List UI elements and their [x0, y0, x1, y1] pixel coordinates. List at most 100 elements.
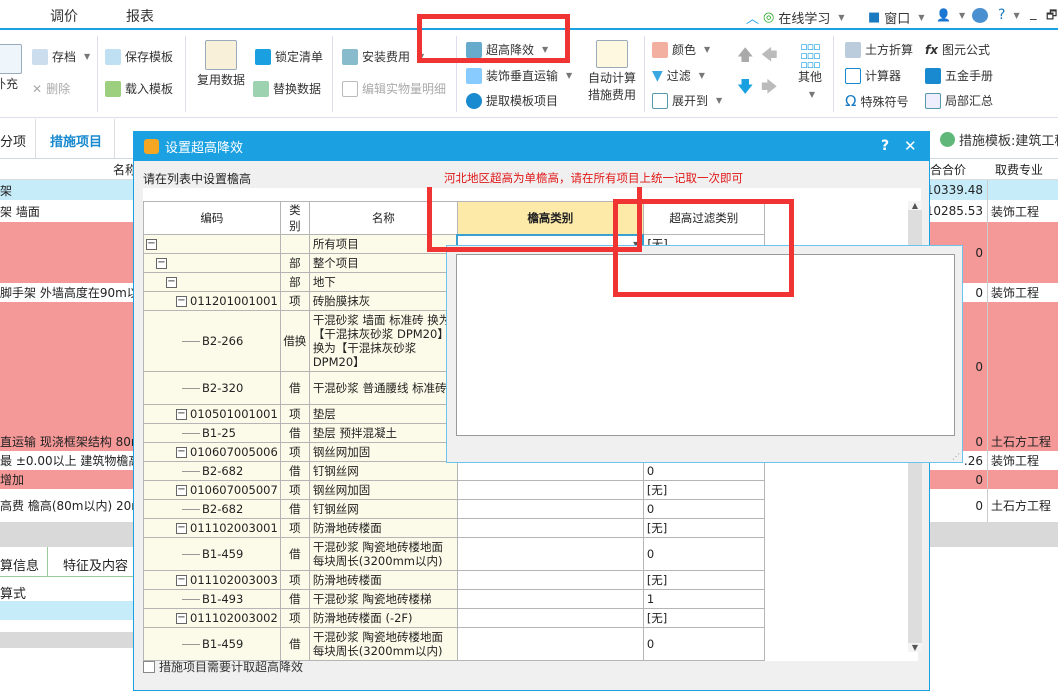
filter-type-cell[interactable]: 0 [642, 627, 765, 661]
element-formula-button[interactable]: fx 图元公式 [925, 41, 990, 58]
eave-type-cell[interactable] [456, 518, 644, 538]
window-menu[interactable]: ■ 窗口 ▼ [868, 8, 924, 27]
grid-row[interactable]: −011102003001 项防滑地砖楼面 [无] [143, 518, 919, 538]
filter-type-cell[interactable]: [无] [642, 570, 765, 590]
collapse-icon[interactable]: − [176, 485, 187, 496]
move-up-button[interactable]: 🡅 [737, 44, 753, 71]
user-icon: 👤 [936, 8, 951, 22]
tab-measures[interactable]: 措施项目 [50, 131, 102, 150]
reuse-data-button[interactable]: 复用数据 [195, 40, 247, 89]
eave-type-cell[interactable] [456, 461, 644, 481]
bg-row-total: .26 [963, 453, 983, 468]
tab-items[interactable]: 分项 [0, 131, 26, 150]
code-cell: B2-682 [143, 499, 281, 519]
collapse-icon[interactable]: − [176, 447, 187, 458]
grid-row[interactable]: −011102003002 项防滑地砖楼面 (-2F) [无] [143, 608, 919, 628]
summary-icon [925, 92, 941, 109]
help-menu[interactable]: ? ▼ [998, 7, 1020, 23]
supplement-button[interactable]: 补充 [0, 44, 26, 93]
eave-type-cell[interactable] [456, 480, 644, 500]
minimize-button[interactable]: _ [1030, 6, 1037, 21]
special-symbol-button[interactable]: Ω 特殊符号 [845, 92, 908, 110]
eave-type-cell[interactable] [456, 608, 644, 628]
move-down-button[interactable]: 🡇 [737, 76, 753, 103]
eave-type-cell[interactable] [456, 499, 644, 519]
code-cell: B1-25 [143, 423, 281, 443]
name-cell: 钢丝网加固 [308, 480, 458, 500]
name-cell: 钉钢丝网 [308, 461, 458, 481]
collapse-icon[interactable]: − [146, 239, 157, 250]
avatar[interactable] [972, 8, 988, 23]
eave-type-cell[interactable] [456, 570, 644, 590]
grid-row[interactable]: B1-493 借干混砂浆 陶瓷地砖楼梯 1 [143, 589, 919, 609]
measure-template-label[interactable]: 措施模板:建筑工程 [940, 130, 1058, 149]
grid-row[interactable]: B1-459 借干混砂浆 陶瓷地砖楼地面 每块周长(3200mm以内) 0 [143, 537, 919, 571]
grid-row[interactable]: −011102003003 项防滑地砖楼面 [无] [143, 570, 919, 590]
user-menu[interactable]: 👤 ▼ [936, 8, 965, 22]
grid-row[interactable]: B2-682 借钉钢丝网 0 [143, 461, 919, 481]
tab-features[interactable]: 特征及内容 [63, 555, 128, 574]
lock-list-button[interactable]: 锁定清单 [255, 48, 323, 65]
auto-calc-button[interactable]: 自动计算 措施费用 [585, 40, 639, 104]
replace-data-button[interactable]: 替换数据 [253, 80, 321, 97]
resize-grip-icon[interactable]: ⋰ [952, 452, 960, 461]
filter-type-cell[interactable]: [无] [642, 518, 765, 538]
edit-detail-button[interactable]: 编辑实物量明细 [342, 80, 446, 97]
collapse-icon[interactable]: − [176, 523, 187, 534]
archive-button[interactable]: 存档 ▼ [32, 48, 90, 65]
collapse-icon[interactable]: − [166, 277, 177, 288]
help-button[interactable]: ? [881, 138, 889, 154]
hardware-manual-button[interactable]: 五金手册 [925, 67, 993, 84]
expand-to-button[interactable]: 展开到 ▼ [652, 92, 722, 109]
earth-convert-button[interactable]: 土方折算 [845, 41, 913, 58]
move-left-button[interactable]: 🡄 [761, 44, 778, 71]
tab-reports[interactable]: 报表 [126, 6, 154, 26]
eave-type-cell[interactable] [456, 537, 644, 571]
grid-row[interactable]: B1-459 借干混砂浆 陶瓷地砖楼地面 每块周长(3200mm以内) 0 [143, 627, 919, 661]
filter-type-cell[interactable]: [无] [642, 608, 765, 628]
name-cell: 干混砂浆 陶瓷地砖楼地面 每块周长(3200mm以内) [308, 537, 458, 571]
col-type[interactable]: 类别 [279, 201, 310, 235]
calculator-button[interactable]: 计算器 [845, 67, 901, 84]
type-cell: 项 [279, 442, 310, 462]
color-button[interactable]: 颜色 ▼ [652, 41, 710, 58]
filter-type-cell[interactable]: 0 [642, 537, 765, 571]
collapse-icon[interactable]: − [156, 258, 167, 269]
collapse-icon[interactable]: − [176, 575, 187, 586]
tab-calc-info[interactable]: 算信息 [0, 555, 39, 574]
delete-button[interactable]: ✕ 删除 [32, 80, 70, 97]
measure-super-high-checkbox[interactable]: 措施项目需要计取超高降效 [143, 658, 303, 675]
move-right-button[interactable]: 🡆 [761, 76, 778, 103]
grid-row[interactable]: B2-682 借钉钢丝网 0 [143, 499, 919, 519]
collapse-icon[interactable]: − [176, 409, 187, 420]
tab-pricing[interactable]: ▌ [0, 6, 3, 22]
name-cell: 地下 [308, 272, 458, 292]
eave-type-cell[interactable] [456, 627, 644, 661]
grid-row[interactable]: −010607005007 项钢丝网加固 [无] [143, 480, 919, 500]
filter-type-cell[interactable]: 1 [642, 589, 765, 609]
scrollbar-horizontal-2[interactable] [0, 632, 133, 648]
col-code[interactable]: 编码 [143, 201, 281, 235]
close-button[interactable]: ✕ [904, 137, 917, 155]
restore-button[interactable]: 🗗 [1046, 6, 1057, 27]
name-cell: 钉钢丝网 [308, 499, 458, 519]
filter-button[interactable]: ▼ 过滤 ▼ [652, 67, 705, 84]
eave-type-cell[interactable] [456, 589, 644, 609]
install-fee-button[interactable]: 安装费用 ▼ [342, 48, 424, 65]
save-template-button[interactable]: 保存模板 [105, 48, 173, 65]
filter-type-cell[interactable]: 0 [642, 499, 765, 519]
online-learning-button[interactable]: ︿ ◎ 在线学习 ▼ [746, 8, 845, 27]
collapse-icon[interactable]: − [176, 296, 187, 307]
partial-summary-button[interactable]: 局部汇总 [925, 92, 993, 109]
load-template-button[interactable]: 载入模板 [105, 80, 173, 97]
formula-row[interactable] [0, 601, 133, 620]
filter-type-cell[interactable]: [无] [642, 480, 765, 500]
extract-template-button[interactable]: 提取模板项目 [466, 92, 558, 109]
other-button[interactable]: ▫▫▫ ▫▫▫ ▫▫▫ 其他 ▼ [794, 41, 826, 103]
bg-row-total: 0 [975, 285, 983, 300]
filter-type-cell[interactable]: 0 [642, 461, 765, 481]
collapse-icon[interactable]: − [176, 613, 187, 624]
vertical-transport-button[interactable]: 装饰垂直运输 ▼ [466, 67, 572, 84]
tab-adjust-price[interactable]: 调价 [50, 6, 78, 26]
code-cell: −010501001001 [143, 404, 281, 424]
